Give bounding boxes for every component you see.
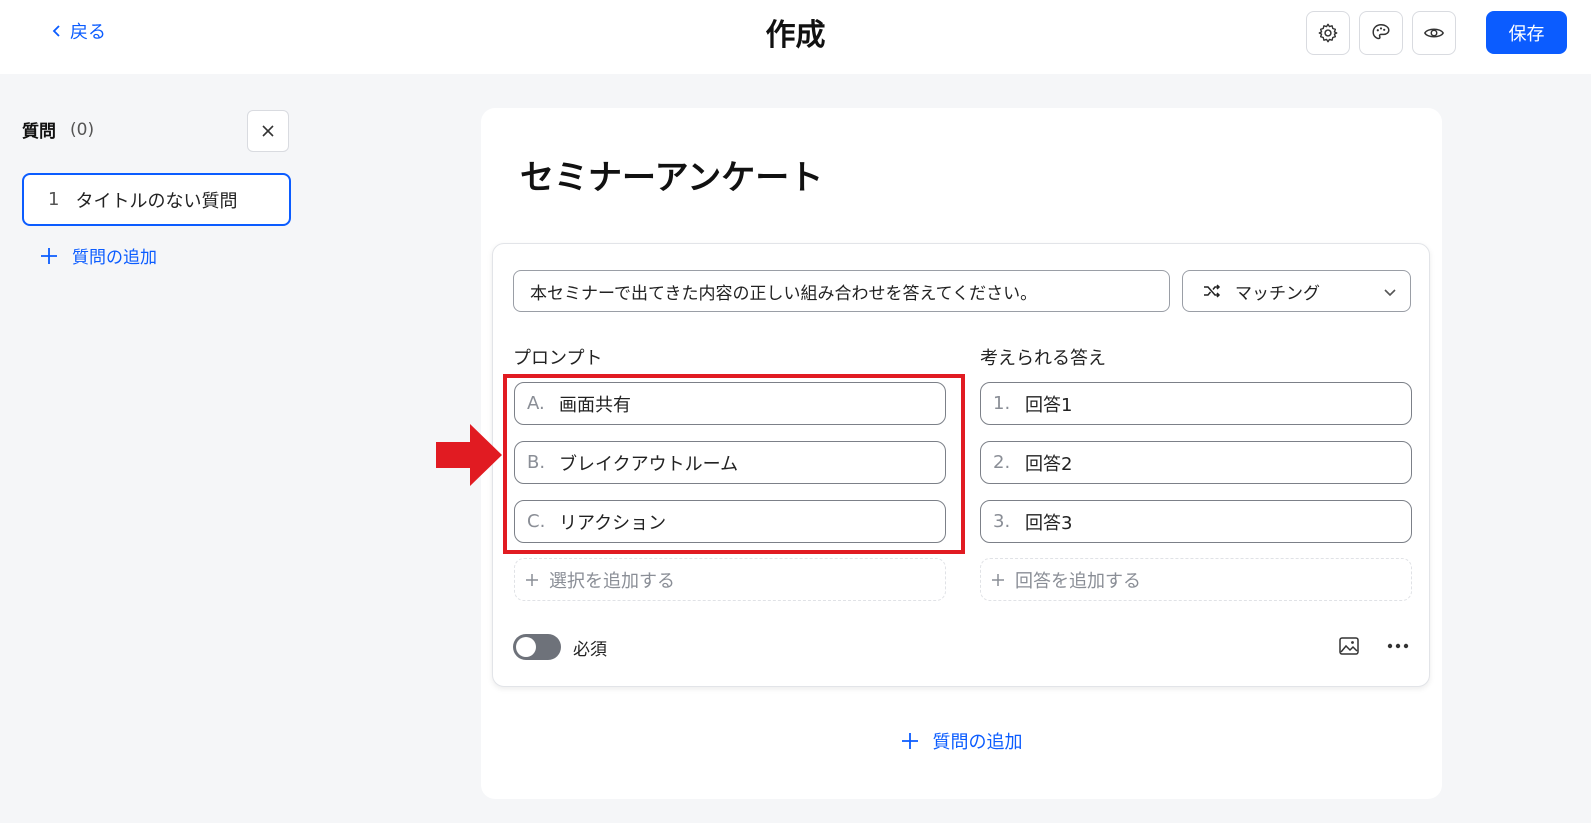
add-answer-button[interactable]: 回答を追加する [980,558,1412,601]
image-icon [1339,637,1359,655]
eye-icon [1423,28,1445,38]
answer-prefix: 3. [993,511,1011,532]
sidebar-add-question-button[interactable]: 質問の追加 [40,243,157,268]
bottom-add-row: 質問の追加 [0,728,1591,754]
close-icon [262,125,274,137]
chevron-down-icon [1384,289,1396,297]
prompts-label: プロンプト [513,348,603,369]
arrow-right-icon [436,424,502,486]
survey-title[interactable]: セミナーアンケート [520,150,823,199]
gear-icon [1318,23,1338,43]
settings-button[interactable] [1306,11,1350,55]
shuffle-icon [1204,284,1221,298]
question-type-select[interactable]: マッチング [1182,270,1411,312]
close-sidebar-button[interactable] [247,110,289,152]
sidebar-header: 質問 (0) [22,117,95,143]
answer-text: 回答1 [1025,394,1073,416]
preview-button[interactable] [1412,11,1456,55]
theme-button[interactable] [1359,11,1403,55]
prompt-text: ブレイクアウトルーム [559,453,739,475]
add-prompt-label: 選択を追加する [549,570,675,592]
prompt-option[interactable]: A. 画面共有 [514,382,946,425]
palette-icon [1372,24,1390,40]
answer-text: 回答2 [1025,453,1073,475]
plus-icon [901,733,918,749]
add-prompt-button[interactable]: 選択を追加する [514,558,946,601]
plus-icon [992,573,1004,586]
answers-label: 考えられる答え [980,348,1106,369]
prompt-text: 画面共有 [559,394,631,416]
answer-prefix: 1. [993,393,1011,414]
prompt-option[interactable]: B. ブレイクアウトルーム [514,441,946,484]
sidebar-item-number: 1 [48,189,60,210]
required-label: 必須 [573,640,607,660]
answer-prefix: 2. [993,452,1011,473]
page-title: 作成 [765,18,826,53]
prompt-prefix: C. [527,511,546,532]
required-toggle[interactable] [513,634,561,660]
question-type-label: マッチング [1235,283,1320,304]
add-question-label: 質問の追加 [932,732,1023,753]
sidebar-item-question-1[interactable]: 1 タイトルのない質問 [22,173,291,226]
answer-option[interactable]: 1. 回答1 [980,382,1412,425]
add-image-button[interactable] [1334,631,1364,661]
answer-option[interactable]: 2. 回答2 [980,441,1412,484]
answer-option[interactable]: 3. 回答3 [980,500,1412,543]
more-options-button[interactable] [1383,631,1413,661]
more-icon [1387,643,1409,649]
back-button[interactable]: 戻る [50,18,106,44]
question-text-input[interactable]: 本セミナーで出てきた内容の正しい組み合わせを答えてください。 [513,270,1170,312]
back-label: 戻る [70,22,106,43]
sidebar-heading: 質問 [22,122,56,142]
prompt-prefix: B. [527,452,546,473]
sidebar-item-label: タイトルのない質問 [75,190,238,212]
chevron-left-icon [52,25,60,37]
save-button[interactable]: 保存 [1486,11,1567,54]
top-bar: 戻る 作成 保存 [0,0,1591,74]
prompt-prefix: A. [527,393,545,414]
prompt-option[interactable]: C. リアクション [514,500,946,543]
toggle-knob [516,637,536,657]
plus-icon [41,247,57,264]
question-count: (0) [70,119,95,140]
answer-text: 回答3 [1025,512,1073,534]
add-question-button[interactable]: 質問の追加 [901,728,1023,754]
plus-icon [526,573,538,586]
sidebar-add-label: 質問の追加 [72,248,157,268]
prompt-text: リアクション [559,512,667,534]
add-answer-label: 回答を追加する [1015,570,1141,592]
